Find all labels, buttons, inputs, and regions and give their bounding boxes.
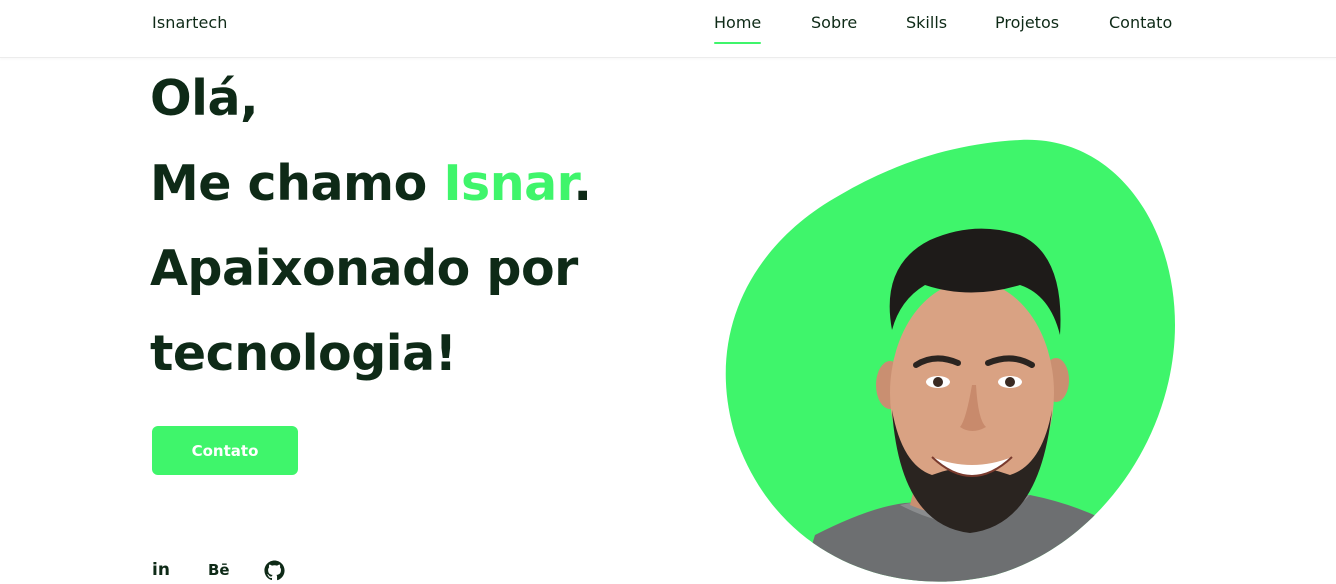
behance-icon[interactable]: Bē xyxy=(208,559,230,581)
profile-photo xyxy=(720,135,1180,584)
hero-name-line: Me chamo Isnar. xyxy=(150,141,710,226)
hero-name-prefix: Me chamo xyxy=(150,155,444,212)
linkedin-icon[interactable]: in xyxy=(152,559,170,581)
nav-item-contato[interactable]: Contato xyxy=(1109,13,1172,32)
nav-item-projetos[interactable]: Projetos xyxy=(995,13,1059,32)
main-nav: Home Sobre Skills Projetos Contato xyxy=(0,13,1336,47)
hero-greeting: Olá, xyxy=(150,70,259,127)
site-header: Isnartech Home Sobre Skills Projetos Con… xyxy=(0,0,1336,58)
profile-blob xyxy=(725,139,1176,582)
hero-name-suffix: . xyxy=(573,155,592,212)
github-icon[interactable] xyxy=(264,559,285,581)
hero-name: Isnar xyxy=(443,155,574,212)
hero-tagline-1: Apaixonado por xyxy=(150,240,578,297)
nav-item-sobre[interactable]: Sobre xyxy=(811,13,857,32)
nav-item-home[interactable]: Home xyxy=(714,13,762,44)
hero-title: Olá, Me chamo Isnar. Apaixonado por tecn… xyxy=(150,56,710,396)
hero-tagline-2: tecnologia! xyxy=(150,325,457,382)
nav-item-skills[interactable]: Skills xyxy=(906,13,947,32)
contact-button[interactable]: Contato xyxy=(152,426,298,475)
